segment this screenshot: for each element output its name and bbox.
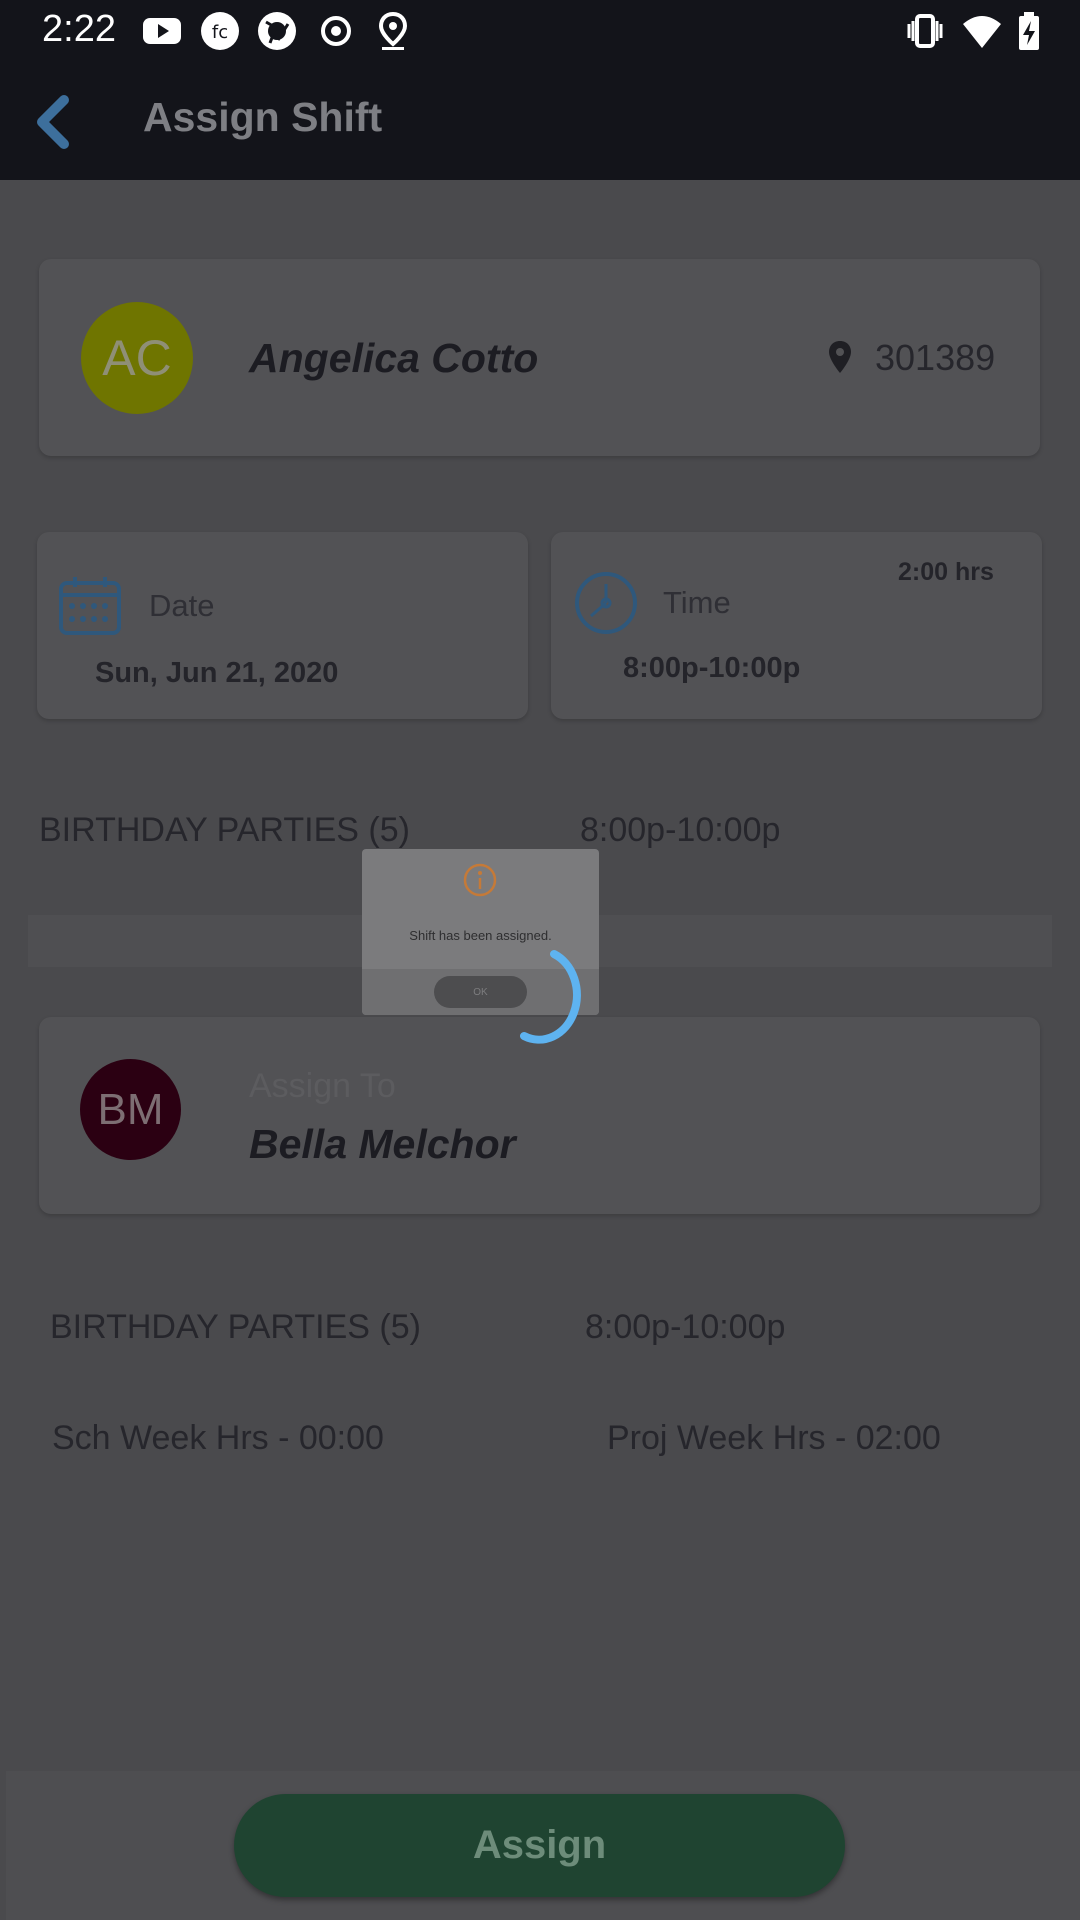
dialog-message: Shift has been assigned. bbox=[409, 928, 552, 943]
time-value: 8:00p-10:00p bbox=[623, 652, 801, 684]
calendar-icon bbox=[59, 577, 121, 635]
date-label: Date bbox=[149, 588, 215, 623]
time-label: Time bbox=[663, 585, 731, 620]
scheduled-week-hours: Sch Week Hrs - 00:00 bbox=[52, 1419, 384, 1457]
youtube-icon bbox=[143, 18, 181, 44]
employee-name: Angelica Cotto bbox=[249, 335, 539, 381]
assignee-shift-name: BIRTHDAY PARTIES (5) bbox=[50, 1308, 421, 1346]
assignee-avatar: BM bbox=[80, 1059, 181, 1160]
employee-card: AC Angelica Cotto 301389 bbox=[39, 259, 1040, 456]
info-icon bbox=[463, 863, 497, 897]
status-bar: 2:22 fc bbox=[0, 0, 1080, 62]
assign-to-card[interactable]: BM Assign To Bella Melchor bbox=[39, 1017, 1040, 1214]
clock-icon bbox=[575, 572, 637, 634]
assignee-name: Bella Melchor bbox=[249, 1121, 516, 1167]
wifi-icon bbox=[963, 16, 1001, 48]
location-pin-icon bbox=[378, 11, 408, 50]
back-chevron-icon[interactable] bbox=[30, 94, 80, 150]
shutter-app-icon bbox=[258, 12, 296, 50]
time-card[interactable]: Time 2:00 hrs 8:00p-10:00p bbox=[551, 532, 1042, 719]
date-value: Sun, Jun 21, 2020 bbox=[95, 657, 339, 689]
projected-week-hours: Proj Week Hrs - 02:00 bbox=[607, 1419, 941, 1457]
shift-time: 8:00p-10:00p bbox=[580, 811, 781, 849]
status-time: 2:22 bbox=[42, 8, 116, 50]
assignee-shift-time: 8:00p-10:00p bbox=[585, 1308, 786, 1346]
time-duration: 2:00 hrs bbox=[898, 558, 994, 586]
employee-avatar: AC bbox=[81, 302, 193, 414]
date-card[interactable]: Date Sun, Jun 21, 2020 bbox=[37, 532, 528, 719]
shift-name: BIRTHDAY PARTIES (5) bbox=[39, 811, 410, 849]
location-marker-icon bbox=[829, 341, 851, 373]
assign-to-label: Assign To bbox=[249, 1067, 396, 1105]
assign-button[interactable]: Assign bbox=[234, 1794, 845, 1897]
location-id: 301389 bbox=[875, 337, 996, 378]
record-icon bbox=[321, 16, 351, 46]
page-title: Assign Shift bbox=[143, 94, 383, 140]
app-bar: Assign Shift bbox=[0, 62, 1080, 180]
battery-charging-icon bbox=[1019, 12, 1039, 50]
fc-app-icon: fc bbox=[201, 12, 239, 50]
svg-text:fc: fc bbox=[212, 22, 228, 43]
loading-spinner-icon bbox=[520, 950, 581, 1044]
vibrate-icon bbox=[907, 14, 943, 48]
